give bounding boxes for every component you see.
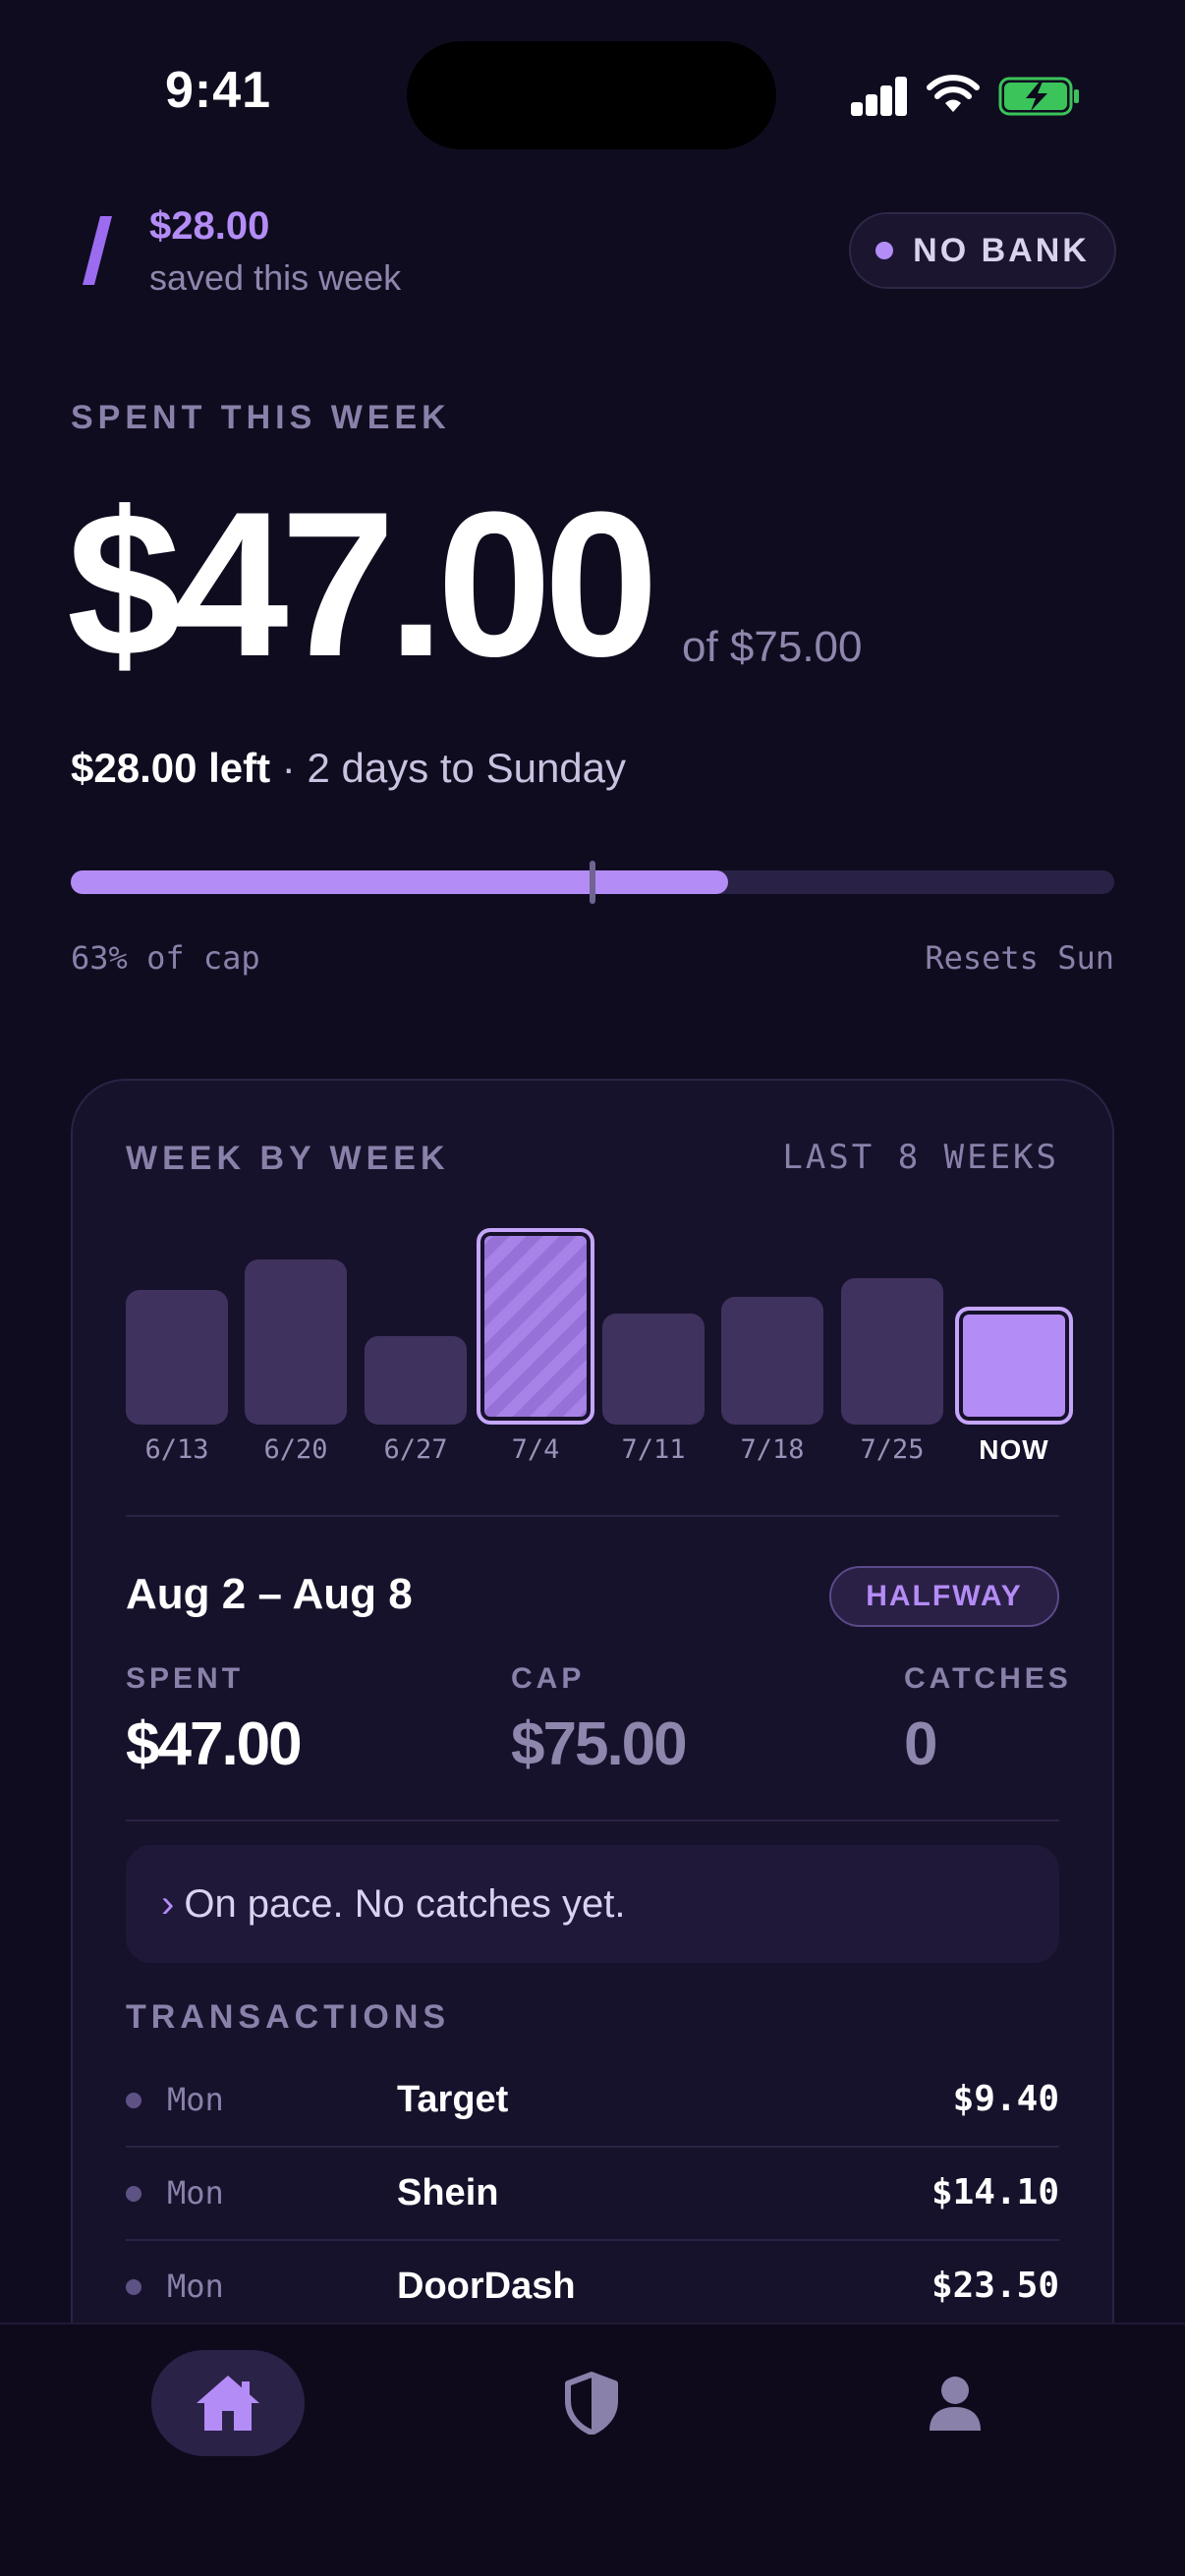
tab-shield[interactable] (515, 2350, 668, 2456)
cap-amount: of $75.00 (682, 623, 863, 671)
bank-status-pill[interactable]: NO BANK (849, 212, 1116, 289)
week-bar[interactable] (477, 1228, 594, 1425)
status-dot (875, 242, 894, 259)
week-bar[interactable] (365, 1336, 467, 1425)
cap-progress-bar (71, 861, 1114, 904)
transaction-amount: $14.10 (931, 2172, 1059, 2212)
week-bar-label: 6/20 (263, 1434, 328, 1465)
transaction-row[interactable]: Mon Target $9.40 (126, 2055, 1059, 2148)
transaction-dot (126, 2186, 141, 2202)
week-bar-label: 7/11 (621, 1434, 686, 1465)
transaction-row[interactable]: Mon DoorDash $23.50 (126, 2242, 1059, 2334)
shield-icon (565, 2372, 618, 2435)
stat-cap-value: $75.00 (511, 1710, 688, 1778)
row-separator (126, 2239, 1059, 2241)
transaction-merchant: DoorDash (397, 2266, 576, 2307)
transaction-day: Mon (167, 2174, 224, 2212)
transaction-day: Mon (167, 2081, 224, 2118)
weekly-bar-chart (126, 1218, 1073, 1425)
transaction-dot (126, 2093, 141, 2108)
week-bar[interactable] (841, 1278, 943, 1425)
spent-section-label: SPENT THIS WEEK (71, 399, 451, 436)
transaction-merchant: Target (397, 2079, 509, 2120)
remaining-detail: · 2 days to Sunday (270, 745, 627, 791)
transaction-amount: $23.50 (931, 2266, 1059, 2306)
stat-catches-value: 0 (904, 1710, 938, 1778)
week-bar-label: NOW (979, 1434, 1049, 1465)
transaction-day: Mon (167, 2268, 224, 2305)
chevron-right-icon: › (161, 1881, 175, 1926)
stat-cap-label: CAP (511, 1662, 586, 1695)
week-bar-label: 7/25 (860, 1434, 925, 1465)
week-bar[interactable] (126, 1290, 228, 1425)
spent-amount: $47.00 (67, 469, 658, 700)
week-bar-label: 6/27 (383, 1434, 448, 1465)
brand-slash-icon (83, 216, 112, 285)
transactions-label: TRANSACTIONS (126, 1998, 451, 2036)
week-bar[interactable] (721, 1297, 823, 1425)
range-label: LAST 8 WEEKS (782, 1138, 1059, 1177)
week-bar-label: 7/18 (740, 1434, 805, 1465)
divider (126, 1820, 1059, 1821)
percent-of-cap: 63% of cap (71, 939, 260, 977)
week-range-title: Aug 2 – Aug 8 (126, 1570, 413, 1618)
dynamic-island (407, 41, 776, 149)
bank-status-label: NO BANK (913, 231, 1090, 269)
week-bar-label: 6/13 (144, 1434, 209, 1465)
wifi-icon (927, 75, 980, 112)
home-icon (197, 2376, 259, 2431)
transaction-dot (126, 2279, 141, 2295)
status-badge: HALFWAY (829, 1566, 1059, 1627)
pace-text: On pace. No catches yet. (184, 1881, 626, 1926)
battery-charging-icon (998, 77, 1079, 116)
profile-icon (930, 2377, 981, 2431)
divider (126, 1515, 1059, 1517)
reset-label: Resets Sun (925, 939, 1114, 977)
week-bar[interactable] (602, 1314, 705, 1425)
stat-catches-label: CATCHES (904, 1662, 1072, 1695)
saved-label: saved this week (149, 257, 402, 298)
pace-marker (590, 861, 595, 904)
week-bar[interactable] (955, 1307, 1073, 1425)
transaction-amount: $9.40 (952, 2079, 1059, 2119)
week-bar-label: 7/4 (511, 1434, 560, 1465)
stat-spent-label: SPENT (126, 1662, 245, 1695)
row-separator (126, 2146, 1059, 2148)
tab-profile[interactable] (878, 2350, 1032, 2456)
status-time: 9:41 (165, 62, 272, 119)
tab-bar (0, 2323, 1185, 2576)
stat-spent-value: $47.00 (126, 1710, 303, 1778)
transaction-merchant: Shein (397, 2172, 499, 2213)
cap-progress-fill (71, 870, 729, 894)
cellular-signal-icon (851, 77, 908, 116)
remaining-line: $28.00 left · 2 days to Sunday (71, 745, 626, 792)
transaction-row[interactable]: Mon Shein $14.10 (126, 2149, 1059, 2241)
week-bar[interactable] (245, 1260, 347, 1425)
pace-message: › On pace. No catches yet. (126, 1845, 1059, 1963)
remaining-amount: $28.00 left (71, 745, 271, 791)
saved-amount: $28.00 (149, 204, 270, 248)
tab-home[interactable] (151, 2350, 305, 2456)
